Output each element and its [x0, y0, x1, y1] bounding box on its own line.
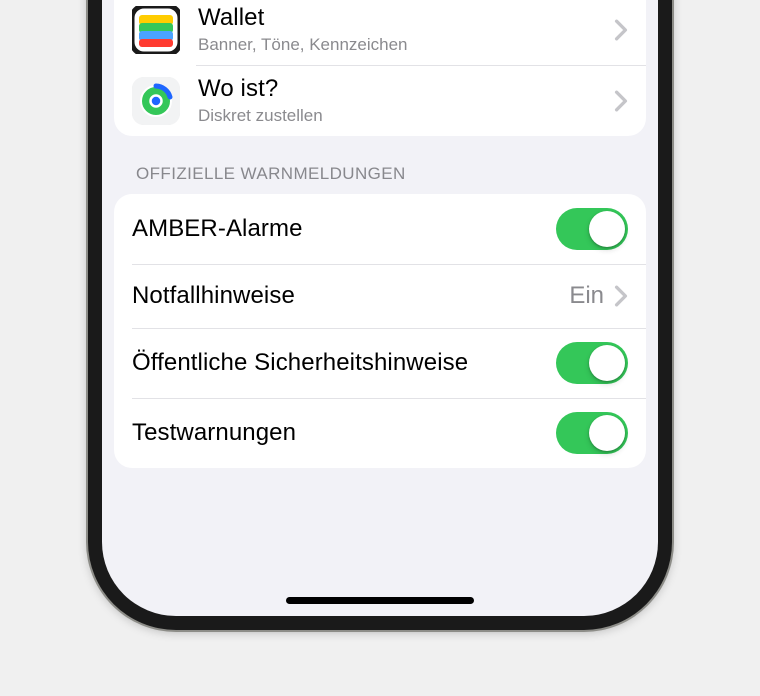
row-text: Wallet Banner, Töne, Kennzeichen [198, 4, 614, 55]
wallet-icon [132, 6, 180, 54]
row-title: Notfallhinweise [132, 282, 569, 311]
chevron-right-icon [614, 285, 628, 307]
toggle-knob [589, 415, 625, 451]
toggle-public-safety-alerts[interactable] [556, 342, 628, 384]
toggle-knob [589, 211, 625, 247]
apps-group: Wallet Banner, Töne, Kennzeichen [114, 0, 646, 136]
iphone-frame: Wallet Banner, Töne, Kennzeichen [88, 0, 672, 630]
row-emergency-alerts[interactable]: Notfallhinweise Ein [114, 264, 646, 328]
findmy-icon [132, 77, 180, 125]
row-public-safety-alerts: Öffentliche Sicherheitshinweise [114, 328, 646, 398]
home-indicator[interactable] [286, 597, 474, 604]
row-title: Wo ist? [198, 75, 614, 104]
row-subtitle: Diskret zustellen [198, 105, 614, 126]
toggle-knob [589, 345, 625, 381]
row-test-alerts: Testwarnungen [114, 398, 646, 468]
row-title: Wallet [198, 4, 614, 33]
toggle-amber-alerts[interactable] [556, 208, 628, 250]
row-subtitle: Banner, Töne, Kennzeichen [198, 34, 614, 55]
row-title: Testwarnungen [132, 419, 556, 448]
alerts-group: AMBER-Alarme Notfallhinweise Ein [114, 194, 646, 468]
screenshot-stage: Wallet Banner, Töne, Kennzeichen [0, 0, 760, 696]
row-title: AMBER-Alarme [132, 215, 556, 244]
row-amber-alerts: AMBER-Alarme [114, 194, 646, 264]
chevron-right-icon [614, 90, 628, 112]
settings-content: Wallet Banner, Töne, Kennzeichen [114, 0, 646, 468]
row-value: Ein [569, 282, 604, 310]
chevron-right-icon [614, 19, 628, 41]
row-title: Öffentliche Sicherheitshinweise [132, 349, 556, 378]
row-wallet[interactable]: Wallet Banner, Töne, Kennzeichen [114, 0, 646, 65]
section-header-government-alerts: Offizielle Warnmeldungen [114, 136, 646, 194]
row-text: Wo ist? Diskret zustellen [198, 75, 614, 126]
row-findmy[interactable]: Wo ist? Diskret zustellen [114, 65, 646, 136]
toggle-test-alerts[interactable] [556, 412, 628, 454]
iphone-screen: Wallet Banner, Töne, Kennzeichen [102, 0, 658, 616]
